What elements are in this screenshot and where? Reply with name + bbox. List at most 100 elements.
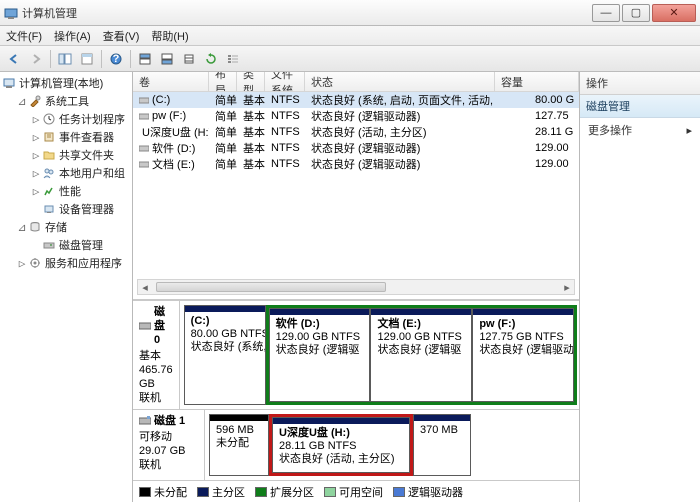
legend-unalloc: 未分配 (139, 484, 187, 500)
col-volume[interactable]: 卷 (133, 72, 209, 91)
tb-refresh[interactable] (201, 49, 221, 69)
tree-performance[interactable]: ▷性能 (0, 182, 132, 200)
storage-icon (28, 220, 42, 234)
tb-back[interactable] (4, 49, 24, 69)
users-icon (42, 166, 56, 180)
collapse-icon[interactable]: ⊿ (16, 95, 28, 108)
scroll-thumb[interactable] (156, 282, 386, 292)
highlighted-partition: U深度U盘 (H:) 28.11 GB NTFS 状态良好 (活动, 主分区) (269, 414, 413, 476)
disk-1-map: 596 MB 未分配 U深度U盘 (H:) 28.11 GB NTFS 状态良好… (205, 410, 579, 480)
legend-free: 可用空间 (324, 484, 383, 500)
titlebar: 计算机管理 — ▢ ✕ (0, 0, 700, 26)
legend-primary: 主分区 (197, 484, 245, 500)
app-icon (4, 6, 18, 20)
legend-logical: 逻辑驱动器 (393, 484, 463, 500)
tree-storage[interactable]: ⊿存储 (0, 218, 132, 236)
scroll-right-icon[interactable]: ▸ (560, 281, 574, 294)
menu-help[interactable]: 帮助(H) (151, 28, 188, 44)
expand-icon[interactable]: ▷ (16, 257, 28, 270)
folder-icon (42, 148, 56, 162)
volume-row[interactable]: 软件 (D:)简单基本NTFS状态良好 (逻辑驱动器)129.00 (133, 140, 579, 156)
tree-task-scheduler[interactable]: ▷任务计划程序 (0, 110, 132, 128)
tree-shared-folders[interactable]: ▷共享文件夹 (0, 146, 132, 164)
volume-row[interactable]: (C:)简单基本NTFS状态良好 (系统, 启动, 页面文件, 活动, 故障转储… (133, 92, 579, 108)
menu-file[interactable]: 文件(F) (6, 28, 42, 44)
partition-unalloc-1[interactable]: 596 MB 未分配 (209, 414, 269, 476)
tree-event-viewer[interactable]: ▷事件查看器 (0, 128, 132, 146)
actions-disk-mgmt[interactable]: 磁盘管理 (580, 95, 700, 118)
scroll-left-icon[interactable]: ◂ (138, 281, 152, 294)
col-type[interactable]: 类型 (237, 72, 265, 91)
tb-view-top[interactable] (135, 49, 155, 69)
tools-icon (28, 94, 42, 108)
legend-extended: 扩展分区 (255, 484, 314, 500)
collapse-icon[interactable]: ⊿ (16, 221, 28, 234)
col-status[interactable]: 状态 (305, 72, 495, 91)
col-capacity[interactable]: 容量 (495, 72, 579, 91)
nav-tree[interactable]: 计算机管理(本地) ⊿系统工具 ▷任务计划程序 ▷事件查看器 ▷共享文件夹 ▷本… (0, 72, 133, 502)
center-panel: 卷 布局 类型 文件系统 状态 容量 (C:)简单基本NTFS状态良好 (系统,… (133, 72, 580, 502)
tb-forward[interactable] (26, 49, 46, 69)
tree-services[interactable]: ▷服务和应用程序 (0, 254, 132, 272)
chevron-right-icon: ▸ (686, 124, 692, 137)
disk-icon (42, 238, 56, 252)
expand-icon[interactable]: ▷ (30, 131, 42, 144)
col-fs[interactable]: 文件系统 (265, 72, 305, 91)
actions-more[interactable]: 更多操作▸ (580, 118, 700, 142)
maximize-button[interactable]: ▢ (622, 4, 650, 22)
menubar: 文件(F) 操作(A) 查看(V) 帮助(H) (0, 26, 700, 46)
partition-unalloc-2[interactable]: 370 MB (413, 414, 471, 476)
expand-icon[interactable]: ▷ (30, 149, 42, 162)
disk-0-map: (C:) 80.00 GB NTFS 状态良好 (系统, 启 软件 (D:) 1… (180, 301, 581, 409)
actions-header: 操作 (580, 72, 700, 95)
volume-row[interactable]: U深度U盘 (H:)简单基本NTFS状态良好 (活动, 主分区)28.11 G (133, 124, 579, 140)
h-scrollbar[interactable]: ◂ ▸ (137, 279, 575, 295)
device-icon (42, 202, 56, 216)
tb-settings[interactable] (179, 49, 199, 69)
actions-pane: 操作 磁盘管理 更多操作▸ (580, 72, 700, 502)
menu-action[interactable]: 操作(A) (54, 28, 91, 44)
tree-disk-mgmt[interactable]: 磁盘管理 (0, 236, 132, 254)
window-title: 计算机管理 (18, 5, 592, 21)
expand-icon[interactable]: ▷ (30, 167, 42, 180)
volume-row[interactable]: pw (F:)简单基本NTFS状态良好 (逻辑驱动器)127.75 (133, 108, 579, 124)
disk-1: 磁盘 1 可移动 29.07 GB 联机 596 MB 未分配 U深度U盘 ( (133, 410, 579, 480)
legend: 未分配 主分区 扩展分区 可用空间 逻辑驱动器 (133, 480, 579, 502)
removable-disk-icon (139, 416, 151, 426)
svg-text:?: ? (113, 53, 120, 65)
col-layout[interactable]: 布局 (209, 72, 237, 91)
menu-view[interactable]: 查看(V) (103, 28, 140, 44)
close-button[interactable]: ✕ (652, 4, 696, 22)
computer-icon (2, 76, 16, 90)
tree-local-users[interactable]: ▷本地用户和组 (0, 164, 132, 182)
partition-c[interactable]: (C:) 80.00 GB NTFS 状态良好 (系统, 启 (184, 305, 266, 405)
window-buttons: — ▢ ✕ (592, 4, 696, 22)
disk-0-info[interactable]: 磁盘 0 基本 465.76 GB 联机 (133, 301, 180, 409)
partition-e[interactable]: 文档 (E:) 129.00 GB NTFS 状态良好 (逻辑驱 (370, 308, 472, 402)
event-icon (42, 130, 56, 144)
tb-properties[interactable] (77, 49, 97, 69)
disk-icon (139, 321, 151, 331)
disk-0: 磁盘 0 基本 465.76 GB 联机 (C:) 80.00 GB NTFS … (133, 301, 579, 410)
disk-1-info[interactable]: 磁盘 1 可移动 29.07 GB 联机 (133, 410, 205, 480)
partition-h[interactable]: U深度U盘 (H:) 28.11 GB NTFS 状态良好 (活动, 主分区) (272, 417, 410, 473)
expand-icon[interactable]: ▷ (30, 113, 42, 126)
minimize-button[interactable]: — (592, 4, 620, 22)
tree-root[interactable]: 计算机管理(本地) (0, 74, 132, 92)
tree-device-manager[interactable]: 设备管理器 (0, 200, 132, 218)
tb-view-bottom[interactable] (157, 49, 177, 69)
tree-system-tools[interactable]: ⊿系统工具 (0, 92, 132, 110)
partition-f[interactable]: pw (F:) 127.75 GB NTFS 状态良好 (逻辑驱动 (472, 308, 574, 402)
tb-show-hide[interactable] (55, 49, 75, 69)
tb-help[interactable]: ? (106, 49, 126, 69)
main-area: 计算机管理(本地) ⊿系统工具 ▷任务计划程序 ▷事件查看器 ▷共享文件夹 ▷本… (0, 72, 700, 502)
disk-map-area: 磁盘 0 基本 465.76 GB 联机 (C:) 80.00 GB NTFS … (133, 300, 579, 502)
volume-list-header: 卷 布局 类型 文件系统 状态 容量 (133, 72, 579, 92)
volume-list[interactable]: (C:)简单基本NTFS状态良好 (系统, 启动, 页面文件, 活动, 故障转储… (133, 92, 579, 172)
partition-d[interactable]: 软件 (D:) 129.00 GB NTFS 状态良好 (逻辑驱 (269, 308, 371, 402)
services-icon (28, 256, 42, 270)
tb-list[interactable] (223, 49, 243, 69)
volume-row[interactable]: 文档 (E:)简单基本NTFS状态良好 (逻辑驱动器)129.00 (133, 156, 579, 172)
clock-icon (42, 112, 56, 126)
expand-icon[interactable]: ▷ (30, 185, 42, 198)
